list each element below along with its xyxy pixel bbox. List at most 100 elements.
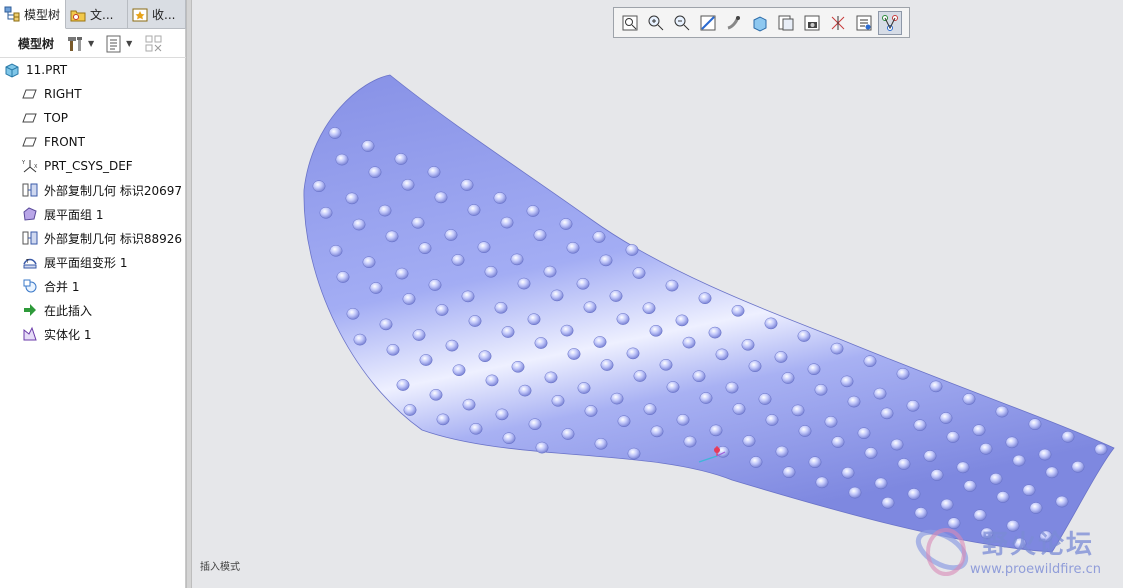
tree-item-external-copy-1[interactable]: 外部复制几何 标识20697	[0, 178, 186, 202]
surface-bump	[963, 480, 977, 492]
status-mode-text: 插入模式	[200, 562, 240, 573]
surface-bump	[493, 192, 507, 204]
surface-bump	[353, 333, 367, 346]
surface-bump	[495, 408, 509, 421]
tree-item-label: 在此插入	[44, 303, 93, 318]
tree-item-label: 外部复制几何 标识88926	[44, 231, 182, 246]
surface-bump	[461, 290, 475, 303]
tree-item-top[interactable]: TOP	[0, 106, 186, 130]
surface-bump	[543, 265, 557, 278]
surface-bump	[632, 267, 646, 279]
zoom-in-button[interactable]	[644, 11, 668, 35]
surface-bump	[485, 374, 499, 387]
show-list-icon	[106, 35, 121, 52]
repaint-icon	[700, 15, 716, 30]
surface-bump	[848, 486, 862, 499]
surface-bump	[584, 405, 598, 417]
surface-bump	[510, 253, 524, 266]
tree-item-flatten-quilt[interactable]: 展平面组 1	[0, 202, 186, 226]
surface-bump	[830, 342, 844, 355]
surface-bump	[469, 422, 483, 435]
tree-show-button[interactable]	[104, 34, 124, 54]
surface-bump	[906, 399, 920, 412]
tree-root-part[interactable]: 11.PRT	[0, 58, 186, 82]
chevron-down-icon[interactable]: ▼	[126, 39, 132, 48]
surface-bump	[890, 438, 904, 451]
surface-bump	[434, 191, 448, 204]
surface-bump	[748, 360, 762, 373]
surface-bump	[577, 382, 591, 394]
tree-item-label: TOP	[44, 111, 69, 125]
surface-bump	[436, 413, 450, 426]
surface-bump	[675, 314, 689, 327]
model-tree-icon	[4, 6, 20, 22]
surface-bump	[643, 403, 657, 416]
surface-bump	[566, 241, 580, 254]
navigator-tab-strip: 模型树 文... 收...	[0, 0, 186, 29]
perspective-icon	[882, 14, 898, 31]
tab-label: 收...	[152, 8, 176, 22]
tree-item-flatten-deform[interactable]: T 展平面组变形 1	[0, 250, 186, 274]
surface-bump	[709, 424, 723, 437]
saved-views-icon	[778, 15, 794, 30]
tree-item-csys[interactable]: YX PRT_CSYS_DEF	[0, 154, 186, 178]
tree-item-external-copy-2[interactable]: 外部复制几何 标识88926	[0, 226, 186, 250]
surface-bump	[535, 441, 549, 454]
surface-bump	[765, 414, 779, 426]
tree-item-merge[interactable]: 合并 1	[0, 274, 186, 298]
annotation-display-button[interactable]	[852, 11, 876, 35]
tree-item-front[interactable]: FRONT	[0, 130, 186, 154]
tree-item-label: 实体化 1	[44, 327, 92, 342]
surface-bump	[329, 244, 343, 257]
surface-bump	[676, 413, 690, 426]
refit-button[interactable]	[618, 11, 642, 35]
graphics-window[interactable]: 插入模式 野火论坛 www.proewildfire.cn	[192, 0, 1123, 588]
surface-bump	[939, 412, 953, 424]
tree-toolbar: 模型树 ▼ ▼	[0, 30, 186, 58]
saved-views-button[interactable]	[774, 11, 798, 35]
zoom-out-button[interactable]	[670, 11, 694, 35]
tree-item-right[interactable]: RIGHT	[0, 82, 186, 106]
tab-favorites[interactable]: 收...	[128, 0, 186, 29]
datum-plane-icon	[22, 137, 37, 147]
surface-bump	[419, 354, 433, 366]
view-manager-button[interactable]	[800, 11, 824, 35]
surface-bump	[583, 301, 597, 314]
tree-item-solidify[interactable]: 实体化 1	[0, 322, 186, 346]
3d-model-surface[interactable]	[192, 0, 1123, 588]
tree-filter-button[interactable]	[144, 34, 164, 54]
flatten-quilt-deform-icon: T	[23, 258, 37, 269]
tree-item-insert-here[interactable]: 在此插入	[0, 298, 186, 322]
surface-bump	[494, 301, 508, 314]
surface-bump	[698, 292, 712, 305]
surface-bump	[930, 469, 944, 481]
tree-settings-button[interactable]	[66, 34, 86, 54]
datum-display-button[interactable]	[826, 11, 850, 35]
surface-bump	[907, 488, 921, 500]
forum-watermark: 野火论坛 www.proewildfire.cn	[912, 520, 1123, 582]
surface-bump	[929, 380, 943, 393]
surface-bump	[1005, 436, 1019, 449]
surface-bump	[774, 351, 788, 363]
surface-bump	[923, 450, 937, 462]
surface-bump	[626, 347, 640, 360]
perspective-button[interactable]	[878, 10, 902, 35]
surface-bump	[1061, 430, 1075, 443]
datum-plane-icon	[22, 89, 37, 99]
repaint-button[interactable]	[696, 11, 720, 35]
surface-bump	[962, 393, 976, 405]
forum-logo-icon	[915, 528, 969, 576]
tab-folder-browser[interactable]: 文...	[66, 0, 128, 29]
spin-center-button[interactable]	[722, 11, 746, 35]
display-style-button[interactable]	[748, 11, 772, 35]
surface-bump	[996, 491, 1010, 503]
surface-bump	[328, 127, 342, 139]
app-window: 模型树 文... 收... 模型树 ▼ ▼ 11.PRT RIGHT TOP F…	[0, 0, 1123, 588]
surface-bump	[593, 336, 607, 348]
surface-bump	[633, 370, 647, 382]
surface-bump	[731, 304, 745, 317]
chevron-down-icon[interactable]: ▼	[88, 39, 94, 48]
tab-model-tree[interactable]: 模型树	[0, 0, 66, 29]
surface-bump	[650, 425, 664, 438]
surface-bump	[533, 229, 547, 242]
